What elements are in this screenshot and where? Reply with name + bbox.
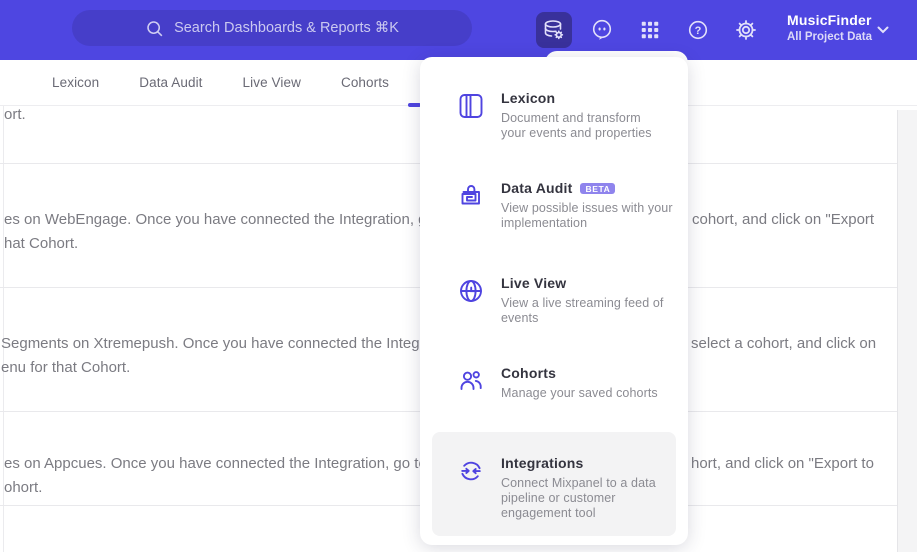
tab-live-view[interactable]: Live View	[243, 75, 301, 90]
row-text: ohort.	[4, 479, 43, 496]
data-management-icon[interactable]	[536, 12, 572, 48]
menu-item-title: Cohorts	[501, 365, 557, 381]
top-nav-bar: Search Dashboards & Reports ⌘K ? MusicFi…	[0, 0, 917, 60]
search-input[interactable]: Search Dashboards & Reports ⌘K	[72, 10, 472, 46]
menu-item-integrations[interactable]: Integrations Connect Mixpanel to a data p…	[458, 455, 674, 521]
tab-cohorts[interactable]: Cohorts	[341, 75, 389, 90]
data-audit-lock-icon	[461, 185, 480, 205]
help-icon[interactable]: ?	[680, 12, 716, 48]
svg-text:?: ?	[695, 25, 702, 37]
row-text: ort.	[4, 106, 26, 123]
beta-badge: BETA	[580, 182, 616, 195]
search-icon	[147, 20, 163, 36]
row-text: hat Cohort.	[4, 235, 79, 252]
integrations-sync-icon	[461, 461, 481, 481]
live-view-globe-icon	[460, 280, 482, 302]
menu-item-data-audit[interactable]: Data Audit BETA View possible issues wit…	[458, 180, 674, 231]
row-text: es on WebEngage. Once you have connected…	[4, 211, 477, 228]
menu-item-description: Connect Mixpanel to a data pipeline or cu…	[501, 476, 656, 520]
project-scope: All Project Data	[787, 31, 872, 43]
row-text: hort, and click on "Export to	[691, 455, 874, 472]
menu-item-cohorts[interactable]: Cohorts Manage your saved cohorts	[458, 365, 674, 401]
project-name: MusicFinder	[787, 12, 872, 28]
menu-item-description: View possible issues with your implementa…	[501, 201, 673, 230]
menu-item-description: Manage your saved cohorts	[501, 386, 658, 400]
menu-item-title: Integrations	[501, 455, 584, 471]
search-placeholder: Search Dashboards & Reports ⌘K	[174, 20, 399, 36]
project-selector[interactable]: MusicFinder All Project Data	[787, 13, 872, 44]
lexicon-book-icon	[459, 94, 483, 118]
menu-item-title: Lexicon	[501, 90, 556, 106]
row-text: es on Appcues. Once you have connected t…	[4, 455, 469, 472]
settings-icon[interactable]	[728, 12, 764, 48]
messages-icon[interactable]	[584, 12, 620, 48]
data-management-dropdown: Lexicon Document and transform your event…	[420, 57, 688, 545]
menu-item-description: View a live streaming feed of events	[501, 296, 664, 325]
row-text: Segments on Xtremepush. Once you have co…	[1, 335, 462, 352]
menu-item-live-view[interactable]: Live View View a live streaming feed of e…	[458, 275, 674, 326]
tab-data-audit[interactable]: Data Audit	[139, 75, 202, 90]
chevron-down-icon[interactable]	[876, 24, 890, 36]
row-text: select a cohort, and click on	[691, 335, 877, 352]
menu-item-description: Document and transform your events and pr…	[501, 111, 652, 140]
apps-grid-icon[interactable]	[632, 12, 668, 48]
cohorts-users-icon	[460, 371, 482, 390]
menu-item-title: Data Audit BETA	[501, 180, 673, 197]
menu-item-title: Live View	[501, 275, 567, 291]
tab-lexicon[interactable]: Lexicon	[52, 75, 99, 90]
menu-item-lexicon[interactable]: Lexicon Document and transform your event…	[458, 90, 674, 141]
row-text: enu for that Cohort.	[1, 359, 131, 376]
row-text: cohort, and click on "Export	[692, 211, 875, 228]
